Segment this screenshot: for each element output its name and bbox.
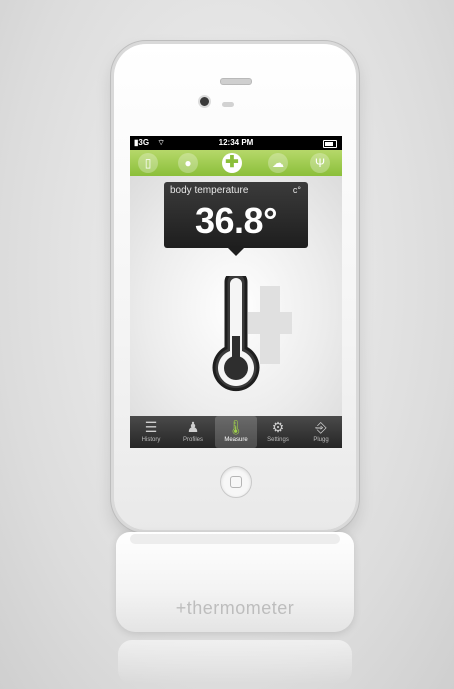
proximity-sensor: [222, 102, 234, 107]
tab-measure[interactable]: 🌡 Measure: [215, 416, 257, 448]
person-icon: ♟: [186, 419, 200, 435]
drop-icon[interactable]: ●: [178, 153, 198, 173]
iphone-device: ▮3G ⌔ 12:34 PM ▯ ● ✚ ☁ Ψ body temperatur…: [114, 44, 356, 530]
plus-icon[interactable]: ✚: [222, 153, 242, 173]
utensils-icon[interactable]: Ψ: [310, 153, 330, 173]
tab-label: Settings: [267, 437, 289, 443]
tab-label: Plugg: [313, 437, 329, 443]
status-bar: ▮3G ⌔ 12:34 PM: [130, 136, 342, 150]
bottle-icon[interactable]: ▯: [138, 153, 158, 173]
unit-toggle[interactable]: c°: [293, 185, 301, 195]
home-square-icon: [230, 476, 242, 488]
thermometer-icon: 🌡: [227, 419, 245, 435]
dock-brand-label: +thermometer: [175, 598, 295, 618]
front-camera: [198, 95, 211, 108]
measure-view: body temperature c° 36.8°: [130, 176, 342, 416]
reading-label: body temperature: [170, 185, 249, 196]
phone-screen: ▮3G ⌔ 12:34 PM ▯ ● ✚ ☁ Ψ body temperatur…: [130, 136, 342, 448]
tab-label: Profiles: [182, 437, 203, 443]
cloud-icon[interactable]: ☁: [268, 153, 288, 173]
tab-bar: ☰ History ♟ Profiles 🌡 Measure ⚙ Setting…: [130, 416, 342, 448]
gear-icon: ⚙: [271, 419, 285, 435]
plug-icon: ⎆: [315, 419, 327, 435]
tab-settings[interactable]: ⚙ Settings: [257, 416, 299, 448]
category-bar: ▯ ● ✚ ☁ Ψ: [130, 150, 342, 177]
tab-plugg[interactable]: ⎆ Plugg: [300, 416, 342, 448]
home-button[interactable]: [220, 466, 252, 498]
thermometer-dock: +thermometer: [116, 532, 354, 632]
temperature-value: 36.8°: [195, 200, 277, 241]
tab-label: History: [141, 437, 161, 443]
dock-connector-slot: [130, 534, 340, 544]
status-time: 12:34 PM: [218, 138, 254, 147]
battery-icon: [323, 140, 337, 148]
thermometer-icon: [212, 276, 260, 392]
list-icon: ☰: [144, 419, 158, 435]
temperature-readout: body temperature c° 36.8°: [164, 182, 308, 256]
dock-reflection: [118, 640, 352, 684]
tab-history[interactable]: ☰ History: [130, 416, 172, 448]
tab-label: Measure: [224, 437, 248, 443]
earpiece-speaker: [220, 78, 252, 85]
tab-profiles[interactable]: ♟ Profiles: [172, 416, 214, 448]
